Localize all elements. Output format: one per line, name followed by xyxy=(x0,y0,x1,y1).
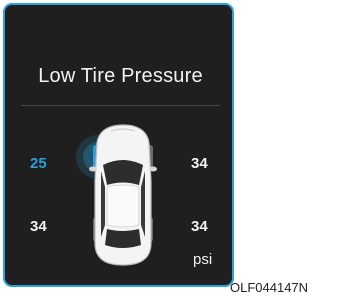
car-roof xyxy=(106,184,140,228)
title-divider xyxy=(21,105,220,106)
warning-title: Low Tire Pressure xyxy=(38,65,203,87)
image-reference-code: OLF044147N xyxy=(230,280,309,295)
front-right-tire-pressure: 34 xyxy=(191,155,208,172)
car-top-view-icon xyxy=(76,124,157,266)
pressure-unit-label: psi xyxy=(193,251,213,268)
windshield xyxy=(103,160,143,185)
rear-window xyxy=(105,229,141,248)
tpms-display-panel: Low Tire Pressure 25 34 34 34 psi xyxy=(3,3,234,287)
rear-right-tire-pressure: 34 xyxy=(191,218,208,235)
front-left-tire-pressure: 25 xyxy=(30,155,47,172)
rear-left-tire-pressure: 34 xyxy=(30,218,47,235)
